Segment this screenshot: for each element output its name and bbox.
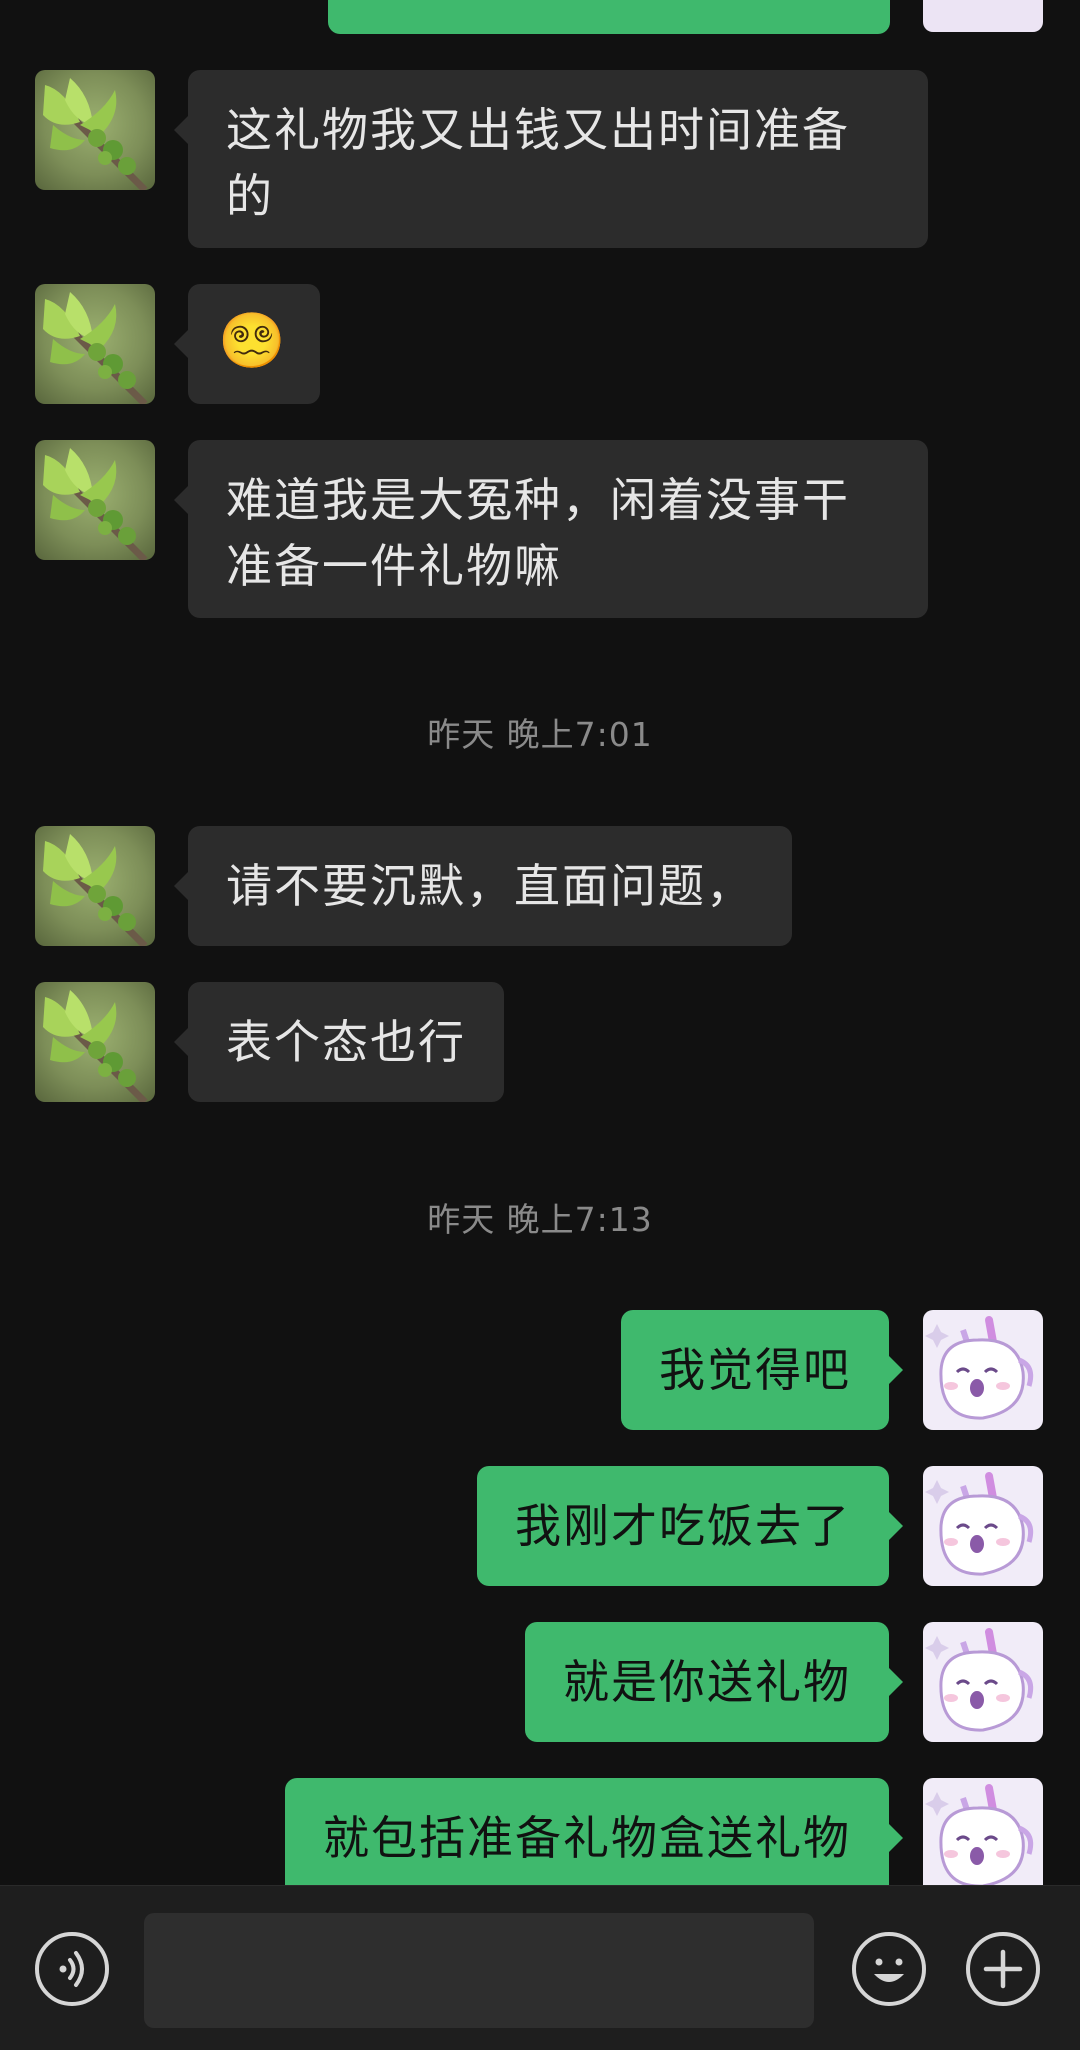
contact-avatar[interactable] (35, 982, 155, 1102)
message-bubble[interactable]: 就是你送礼物 (525, 1622, 903, 1742)
more-button[interactable] (966, 1932, 1040, 2006)
message-bubble[interactable]: 请不要沉默，直面问题， (174, 826, 792, 946)
message-input[interactable] (144, 1913, 814, 2028)
message-row-incoming: 请不要沉默，直面问题， (0, 826, 1080, 946)
partial-self-avatar (923, 0, 1043, 32)
voice-icon (59, 1951, 84, 1987)
contact-avatar[interactable] (35, 284, 155, 404)
timestamp: 昨天 晚上7:01 (427, 715, 653, 754)
message-row-incoming: 难道我是大冤种，闲着没事干准备一件礼物嘛 (0, 440, 1080, 618)
message-bubble[interactable]: 难道我是大冤种，闲着没事干准备一件礼物嘛 (174, 440, 928, 618)
contact-avatar[interactable] (35, 70, 155, 190)
message-row-outgoing: 我刚才吃饭去了 (0, 1466, 1080, 1586)
self-avatar[interactable] (923, 1310, 1043, 1430)
message-row-incoming: 😵‍💫 (0, 284, 1080, 404)
contact-avatar[interactable] (35, 826, 155, 946)
self-avatar[interactable] (923, 1622, 1043, 1742)
timestamp: 昨天 晚上7:13 (427, 1200, 653, 1239)
contact-avatar[interactable] (35, 440, 155, 560)
message-row-outgoing: 就包括准备礼物盒送礼物 (0, 1778, 1080, 1885)
emoji-icon (874, 1958, 904, 1982)
input-bar (0, 1885, 1080, 2050)
self-avatar[interactable] (923, 1466, 1043, 1586)
message-bubble[interactable]: 我刚才吃饭去了 (477, 1466, 903, 1586)
voice-button[interactable] (35, 1932, 109, 2006)
message-row-incoming: 这礼物我又出钱又出时间准备的 (0, 70, 1080, 248)
message-row-incoming: 表个态也行 (0, 982, 1080, 1102)
message-bubble[interactable]: 就包括准备礼物盒送礼物 (285, 1778, 903, 1885)
plus-icon (983, 1949, 1023, 1989)
emoji-message-bubble[interactable]: 😵‍💫 (174, 284, 320, 404)
chat-area[interactable]: 这礼物我又出钱又出时间准备的 😵‍💫 难道我是大冤种，闲着没事干准备一件礼物嘛 … (0, 0, 1080, 1885)
partial-outgoing-bubble (328, 0, 890, 34)
emoji-button[interactable] (852, 1932, 926, 2006)
message-bubble[interactable]: 表个态也行 (174, 982, 504, 1102)
self-avatar[interactable] (923, 1778, 1043, 1885)
message-row-outgoing: 就是你送礼物 (0, 1622, 1080, 1742)
message-row-outgoing: 我觉得吧 (0, 1310, 1080, 1430)
message-bubble[interactable]: 这礼物我又出钱又出时间准备的 (174, 70, 928, 248)
message-bubble[interactable]: 我觉得吧 (621, 1310, 903, 1430)
